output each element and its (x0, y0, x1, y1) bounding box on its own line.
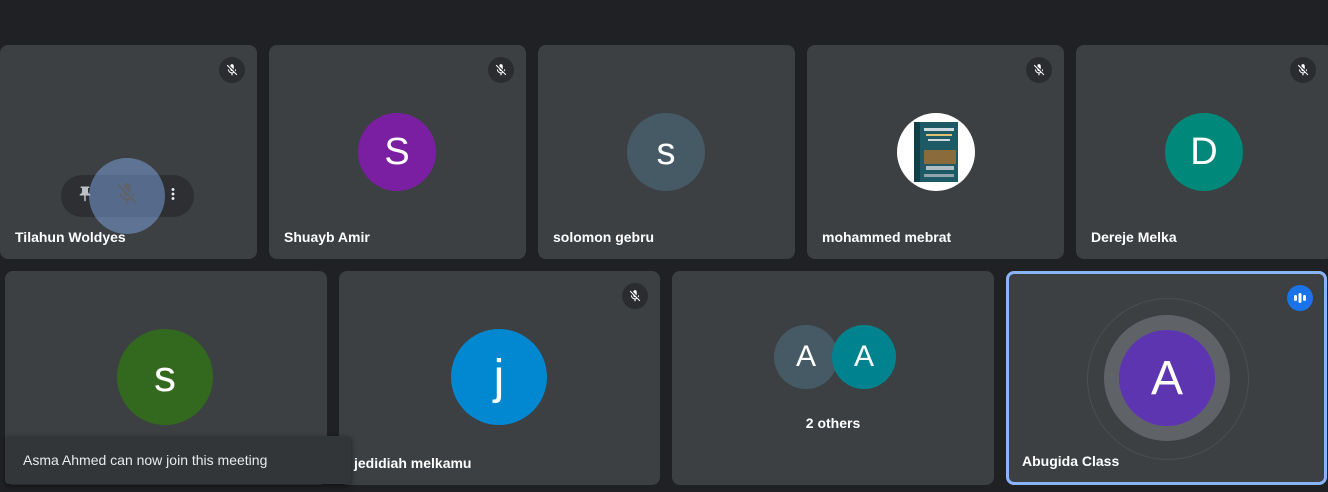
avatar: s (627, 113, 705, 191)
participant-name: Shuayb Amir (284, 229, 370, 245)
mic-off-icon (488, 57, 514, 83)
participant-tile-abugida[interactable]: A Abugida Class (1006, 271, 1327, 485)
tile-hover-controls (61, 158, 194, 234)
avatar: A (1119, 330, 1215, 426)
participant-tile-jedidiah[interactable]: j jedidiah melkamu (339, 271, 660, 485)
participant-name: Dereje Melka (1091, 229, 1177, 245)
avatar: s (117, 329, 213, 425)
book-cover-image (914, 122, 958, 182)
participant-tile-mohammed[interactable]: mohammed mebrat (807, 45, 1064, 259)
speaking-indicator (1287, 285, 1313, 311)
participant-name: mohammed mebrat (822, 229, 952, 245)
others-count-label: 2 others (805, 415, 861, 431)
mic-off-icon (1026, 57, 1052, 83)
participant-name: solomon gebru (553, 229, 655, 245)
toast-message: Asma Ahmed can now join this meeting (23, 452, 268, 468)
others-tile[interactable]: A A 2 others (672, 271, 994, 485)
participant-name: Abugida Class (1022, 453, 1120, 469)
avatar: S (358, 113, 436, 191)
others-avatar: A (832, 325, 896, 389)
avatar-photo (897, 113, 975, 191)
more-vert-icon (164, 185, 182, 208)
mic-off-icon (622, 283, 648, 309)
participant-tile-tilahun[interactable]: Tilahun Woldyes (0, 45, 257, 259)
participant-name: jedidiah melkamu (354, 455, 472, 471)
avatar: D (1165, 113, 1243, 191)
participant-tile-shuayb[interactable]: S Shuayb Amir (269, 45, 526, 259)
participant-tile-dereje[interactable]: D Dereje Melka (1076, 45, 1328, 259)
participant-tile-solomon[interactable]: s solomon gebru (538, 45, 795, 259)
mic-off-icon (219, 57, 245, 83)
avatar: j (451, 329, 547, 425)
participant-name: Tilahun Woldyes (15, 229, 126, 245)
mute-icon (114, 181, 140, 212)
more-options-button[interactable] (152, 175, 194, 217)
others-avatar: A (774, 325, 838, 389)
mic-off-icon (1290, 57, 1316, 83)
audio-level-icon (1294, 293, 1306, 303)
join-notification-toast: Asma Ahmed can now join this meeting (5, 436, 351, 484)
